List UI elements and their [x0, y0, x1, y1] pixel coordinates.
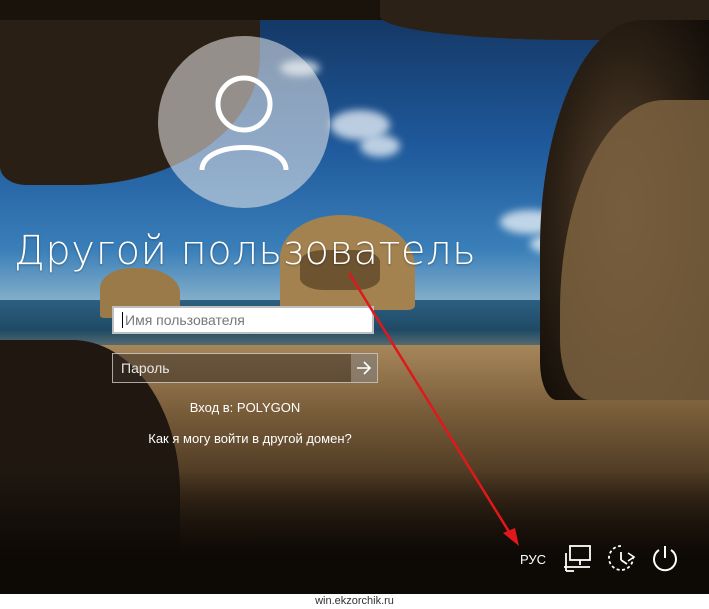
watermark: win.ekzorchik.ru: [315, 595, 394, 607]
annotation-arrow: [347, 272, 519, 546]
